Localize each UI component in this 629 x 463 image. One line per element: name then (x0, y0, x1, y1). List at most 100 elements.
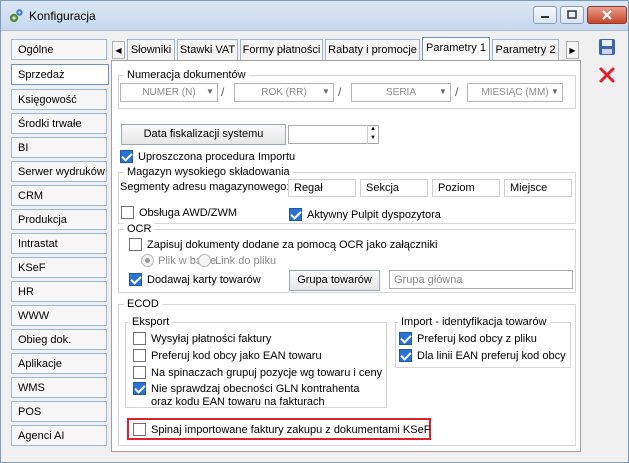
sidebar-item-serwer-wydrukow[interactable]: Serwer wydruków (11, 161, 107, 182)
data-fiskalizacji-field[interactable]: ▲ ▼ (288, 125, 379, 144)
data-fiskalizacji-button[interactable]: Data fiskalizacji systemu (121, 124, 286, 145)
numeracja-combo-4[interactable]: MIESIĄC (MM) ▼ (467, 83, 563, 102)
sidebar-item-intrastat[interactable]: Intrastat (11, 233, 107, 254)
sidebar-item-bi[interactable]: BI (11, 137, 107, 158)
tab-rabaty-i-promocje[interactable]: Rabaty i promocje (325, 39, 420, 61)
close-icon (602, 10, 612, 20)
grupa-towarow-button[interactable]: Grupa towarów (289, 270, 380, 291)
checkbox-box[interactable] (121, 206, 134, 219)
parametry-1-panel: Numeracja dokumentów NUMER (N) ▼ / ROK (… (111, 60, 581, 452)
sidebar-item-www[interactable]: WWW (11, 305, 107, 326)
gear-icon (9, 9, 23, 23)
segment-regal[interactable]: Regał (288, 179, 356, 197)
maximize-icon (567, 10, 577, 19)
link-do-pliku-radio[interactable]: Link do pliku (198, 253, 276, 268)
tab-formy-platnosci[interactable]: Formy płatności (240, 39, 323, 61)
chevron-left-icon: ◀ (115, 45, 122, 55)
sidebar-item-obieg-dok[interactable]: Obieg dok. (11, 329, 107, 350)
segmenty-label: Segmenty adresu magazynowego: (120, 181, 290, 193)
sidebar-item-wms[interactable]: WMS (11, 377, 107, 398)
checkbox-box[interactable] (133, 332, 146, 345)
save-icon[interactable] (597, 37, 617, 57)
sidebar-item-produkcja[interactable]: Produkcja (11, 209, 107, 230)
dodawaj-karty-checkbox[interactable]: Dodawaj karty towarów (129, 272, 261, 287)
chevron-down-icon: ▼ (370, 135, 376, 141)
checkbox-label: Dodawaj karty towarów (147, 273, 261, 286)
close-button[interactable] (587, 6, 627, 24)
radio-button[interactable] (198, 254, 211, 267)
sidebar-item-pos[interactable]: POS (11, 401, 107, 422)
import-title: Import - identyfikacja towarów (398, 316, 550, 328)
numeracja-combo-1[interactable]: NUMER (N) ▼ (120, 83, 218, 102)
numeracja-combo-2[interactable]: ROK (RR) ▼ (234, 83, 334, 102)
maximize-button[interactable] (560, 6, 584, 24)
checkbox-box[interactable] (133, 423, 146, 436)
segment-miejsce[interactable]: Miejsce (504, 179, 572, 197)
separator: / (338, 85, 342, 99)
checkbox-label: Uproszczona procedura Importu (138, 150, 296, 163)
numeracja-title: Numeracja dokumentów (124, 69, 249, 81)
sidebar-item-sprzedaz[interactable]: Sprzedaż (11, 64, 109, 85)
grupuj-pozycje-checkbox[interactable]: Na spinaczach grupuj pozycje wg towaru i… (133, 365, 382, 380)
checkbox-label: Aktywny Pulpit dyspozytora (307, 208, 441, 221)
sidebar-item-ksiegowosc[interactable]: Księgowość (11, 89, 107, 110)
checkbox-label: Preferuj kod obcy z pliku (417, 332, 537, 345)
combo-value: NUMER (N) (142, 87, 196, 98)
uproszczona-checkbox[interactable]: Uproszczona procedura Importu (120, 149, 295, 164)
sidebar-item-srodki-trwale[interactable]: Środki trwałe (11, 113, 107, 134)
sidebar-item-hr[interactable]: HR (11, 281, 107, 302)
segment-poziom[interactable]: Poziom (432, 179, 500, 197)
separator: / (455, 85, 459, 99)
title-bar: Konfiguracja (1, 1, 628, 31)
combo-value: ROK (RR) (261, 87, 307, 98)
checkbox-box[interactable] (129, 273, 142, 286)
spinner[interactable]: ▲ ▼ (367, 125, 378, 144)
checkbox-box[interactable] (133, 382, 146, 395)
sidebar-item-ogolne[interactable]: Ogólne (11, 39, 107, 60)
checkbox-label: Obsługa AWD/ZWM (139, 206, 237, 219)
minimize-icon (541, 16, 549, 18)
tab-scroll-left-button[interactable]: ◀ (112, 41, 125, 59)
zapisuj-ocr-checkbox[interactable]: Zapisuj dokumenty dodane za pomocą OCR j… (129, 237, 437, 252)
sidebar-item-agenci-ai[interactable]: Agenci AI (11, 425, 107, 446)
aktywny-pulpit-checkbox[interactable]: Aktywny Pulpit dyspozytora (289, 207, 441, 222)
cancel-icon[interactable] (597, 65, 617, 85)
eksport-title: Eksport (129, 316, 173, 328)
configuration-window: Konfiguracja Ogólne Sprzedaż Księgowość … (0, 0, 629, 463)
checkbox-label: Spinaj importowane faktury zakupu z doku… (151, 423, 431, 436)
tab-stawki-vat[interactable]: Stawki VAT (177, 39, 238, 61)
checkbox-box[interactable] (399, 332, 412, 345)
segment-sekcja[interactable]: Sekcja (360, 179, 428, 197)
numeracja-combo-3[interactable]: SERIA ▼ (351, 83, 451, 102)
tab-parametry-1[interactable]: Parametry 1 (422, 37, 490, 61)
ecod-title: ECOD (124, 298, 162, 310)
sidebar-item-ksef[interactable]: KSeF (11, 257, 107, 278)
wysylaj-platnosci-checkbox[interactable]: Wysyłaj płatności faktury (133, 331, 271, 346)
dla-linii-ean-checkbox[interactable]: Dla linii EAN preferuj kod obcy (399, 348, 566, 363)
chevron-right-icon: ▶ (569, 45, 576, 55)
sidebar-item-crm[interactable]: CRM (11, 185, 107, 206)
checkbox-box[interactable] (289, 208, 302, 221)
checkbox-box[interactable] (129, 238, 142, 251)
obsluga-awd-checkbox[interactable]: Obsługa AWD/ZWM (121, 205, 237, 220)
sidebar-item-aplikacje[interactable]: Aplikacje (11, 353, 107, 374)
nie-sprawdzaj-gln-checkbox[interactable]: Nie sprawdzaj obecności GLN kontrahenta (133, 381, 360, 396)
tab-scroll-right-button[interactable]: ▶ (566, 41, 579, 59)
preferuj-kod-obcy-checkbox[interactable]: Preferuj kod obcy z pliku (399, 331, 537, 346)
checkbox-label: Wysyłaj płatności faktury (151, 332, 272, 345)
minimize-button[interactable] (533, 6, 557, 24)
chevron-down-icon: ▼ (551, 87, 559, 96)
preferuj-kod-ean-checkbox[interactable]: Preferuj kod obcy jako EAN towaru (133, 348, 322, 363)
checkbox-box[interactable] (399, 349, 412, 362)
checkbox-box[interactable] (133, 366, 146, 379)
tab-slowniki[interactable]: Słowniki (127, 39, 175, 61)
spinaj-faktury-checkbox[interactable]: Spinaj importowane faktury zakupu z doku… (133, 422, 430, 437)
checkbox-box[interactable] (133, 349, 146, 362)
chevron-up-icon: ▲ (370, 126, 376, 132)
checkbox-box[interactable] (120, 150, 133, 163)
grupa-towarow-field[interactable]: Grupa główna (389, 270, 573, 289)
chevron-down-icon: ▼ (322, 87, 330, 96)
nie-sprawdzaj-gln-label-line2: oraz kodu EAN towaru na fakturach (151, 396, 325, 408)
radio-button[interactable] (141, 254, 154, 267)
tab-parametry-2[interactable]: Parametry 2 (492, 39, 559, 61)
